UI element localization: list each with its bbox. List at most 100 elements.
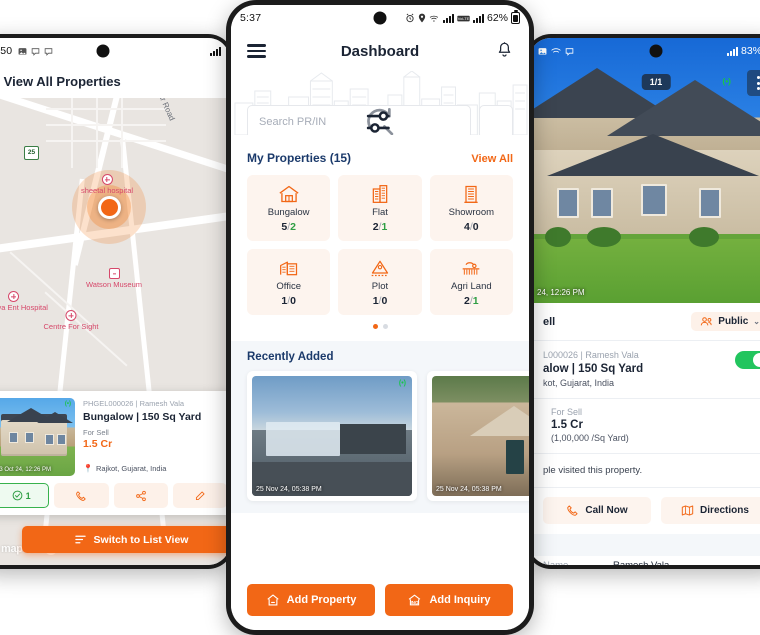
map-canvas[interactable]: 25 Dhebar Road Lakhaj sheetal hospital W… <box>0 98 230 565</box>
location-pin-icon: 📍 <box>83 464 93 473</box>
verified-count-label: 1 <box>25 490 31 501</box>
property-hero-photo[interactable]: 83% 1/1 (•) 24, 12:26 PM <box>529 38 760 303</box>
visibility-dropdown[interactable]: Public ⌄ <box>691 312 760 331</box>
tile-agri-land[interactable]: Agri Land 2/1 <box>429 249 513 315</box>
map-poi-sheetal-hospital[interactable]: sheetal hospital <box>81 174 133 195</box>
recently-added-card[interactable]: (•) 25 Nov 24, 05:38 PM <box>247 371 417 501</box>
hospital-pin-icon <box>101 174 113 185</box>
tile-label: Showroom <box>448 206 495 218</box>
property-title: Bungalow | 150 Sq Yard <box>83 411 202 423</box>
switch-to-list-view-button[interactable]: Switch to List View <box>22 526 230 553</box>
price-value: 1.5 Cr <box>551 419 583 431</box>
phone-icon <box>567 505 578 516</box>
tile-count: 1/0 <box>372 294 388 307</box>
map-property-marker[interactable] <box>98 196 121 219</box>
museum-pin-icon <box>108 268 120 279</box>
section-gap <box>529 534 760 556</box>
contact-value: Ramesh Vala <box>613 560 669 565</box>
highway-shield-icon: 25 <box>24 146 39 160</box>
filter-button[interactable] <box>366 105 513 135</box>
tile-plot[interactable]: Plot 1/0 <box>338 249 422 315</box>
map-road <box>71 98 73 168</box>
svg-text:INQ: INQ <box>411 600 419 605</box>
property-price: 1.5 Cr <box>83 438 113 450</box>
dashboard-body: My Properties (15) View All Bungalow 5/2… <box>231 135 529 573</box>
map-poi-watson-museum[interactable]: Watson Museum <box>86 268 142 289</box>
call-now-button[interactable]: Call Now <box>543 497 651 524</box>
view-all-link[interactable]: View All <box>471 153 513 165</box>
contact-row-name: Name Ramesh Vala <box>529 556 760 565</box>
tile-count: 2/1 <box>372 220 388 233</box>
house-window-graphic <box>57 434 66 445</box>
bell-icon[interactable] <box>496 41 513 61</box>
pager-dot-active[interactable] <box>372 324 378 329</box>
right-phone-screen: 83% 1/1 (•) 24, 12:26 PM ell Public ⌄ L0… <box>529 38 760 565</box>
listing-header-row: ell Public ⌄ <box>529 303 760 340</box>
house-roof-graphic <box>37 412 73 423</box>
verified-count-button[interactable]: 1 <box>0 483 50 508</box>
tile-label: Bungalow <box>267 206 310 218</box>
battery-percent: 62% <box>486 12 508 24</box>
tile-flat[interactable]: Flat 2/1 <box>338 175 422 241</box>
add-property-button[interactable]: Add Property <box>247 584 375 616</box>
svg-text:VoLTE: VoLTE <box>458 16 470 21</box>
map-poi-pandya-ent-hospital[interactable]: Pandya Ent Hospital <box>0 291 48 312</box>
shrub-graphic <box>545 227 571 247</box>
edit-button[interactable] <box>172 483 227 508</box>
map-road <box>121 98 123 168</box>
price-per-unit: (1,00,000 /Sq Yard) <box>551 433 629 443</box>
battery-icon <box>511 10 520 24</box>
house-window-graphic <box>699 188 721 218</box>
kebab-menu-icon[interactable] <box>747 70 760 96</box>
left-phone-device: 12:50 ‹ View All Properties <box>0 34 234 569</box>
call-button[interactable] <box>54 483 109 508</box>
listing-active-toggle[interactable] <box>735 351 760 369</box>
visited-row[interactable]: ple visited this property. › <box>529 454 760 487</box>
my-properties-title: My Properties (15) <box>247 151 352 165</box>
left-status-bar: 12:50 <box>0 38 230 64</box>
house-window-graphic <box>557 188 579 218</box>
recently-added-card[interactable]: 25 Nov 24, 05:38 PM <box>427 371 529 501</box>
tile-count: 2/1 <box>464 294 479 307</box>
tile-showroom[interactable]: Showroom 4/0 <box>429 175 513 241</box>
tile-count: 1/0 <box>281 294 296 307</box>
map-property-card[interactable]: (•) 03 Oct 24, 12:26 PM PHGEL000026 | Ra… <box>0 391 230 515</box>
listing-type-label: ell <box>543 315 556 328</box>
map-poi-centre-for-sight[interactable]: Centre For Sight <box>43 310 99 331</box>
switch-to-list-view-label: Switch to List View <box>93 533 189 546</box>
camera-punch-hole <box>96 44 110 58</box>
tile-count: 5/2 <box>281 220 296 233</box>
pager-dot[interactable] <box>382 324 388 329</box>
image-icon <box>18 47 27 55</box>
filter-sliders-icon <box>366 111 390 133</box>
tile-label: Flat <box>372 206 388 218</box>
flat-icon <box>372 184 388 203</box>
grid-pager[interactable] <box>231 324 529 329</box>
shrub-graphic <box>689 227 719 247</box>
house-window-graphic <box>591 188 613 218</box>
tile-bungalow[interactable]: Bungalow 5/2 <box>247 175 331 241</box>
recently-added-carousel[interactable]: (•) 25 Nov 24, 05:38 PM 25 Nov 24, 05:38… <box>231 371 529 501</box>
map-road <box>46 140 166 142</box>
hamburger-icon[interactable] <box>247 41 266 61</box>
status-notification-icons <box>18 47 53 56</box>
recently-added-title: Recently Added <box>247 351 334 363</box>
left-phone-screen: 12:50 ‹ View All Properties <box>0 38 230 565</box>
property-thumbnail: (•) 03 Oct 24, 12:26 PM <box>0 398 75 476</box>
directions-button[interactable]: Directions <box>661 497 760 524</box>
status-right-icons: VoLTE 62% <box>405 10 520 24</box>
add-property-label: Add Property <box>286 594 357 606</box>
recently-added-section: Recently Added (•) 25 Nov 24, 05:38 PM 2… <box>231 341 529 513</box>
agri-land-icon <box>462 261 480 275</box>
tile-office[interactable]: Office 1/0 <box>247 249 331 315</box>
property-card-actions: 1 <box>0 483 227 508</box>
status-right-icons: 83% <box>726 45 760 57</box>
house-roof-graphic <box>607 80 760 136</box>
tile-count: 4/0 <box>464 220 479 233</box>
signal-icon <box>210 46 221 56</box>
share-button[interactable] <box>113 483 168 508</box>
my-properties-header: My Properties (15) View All <box>231 151 529 165</box>
add-inquiry-button[interactable]: INQ Add Inquiry <box>385 584 513 616</box>
house-window-graphic <box>25 432 34 443</box>
dashboard-hero-skyline <box>231 71 529 135</box>
